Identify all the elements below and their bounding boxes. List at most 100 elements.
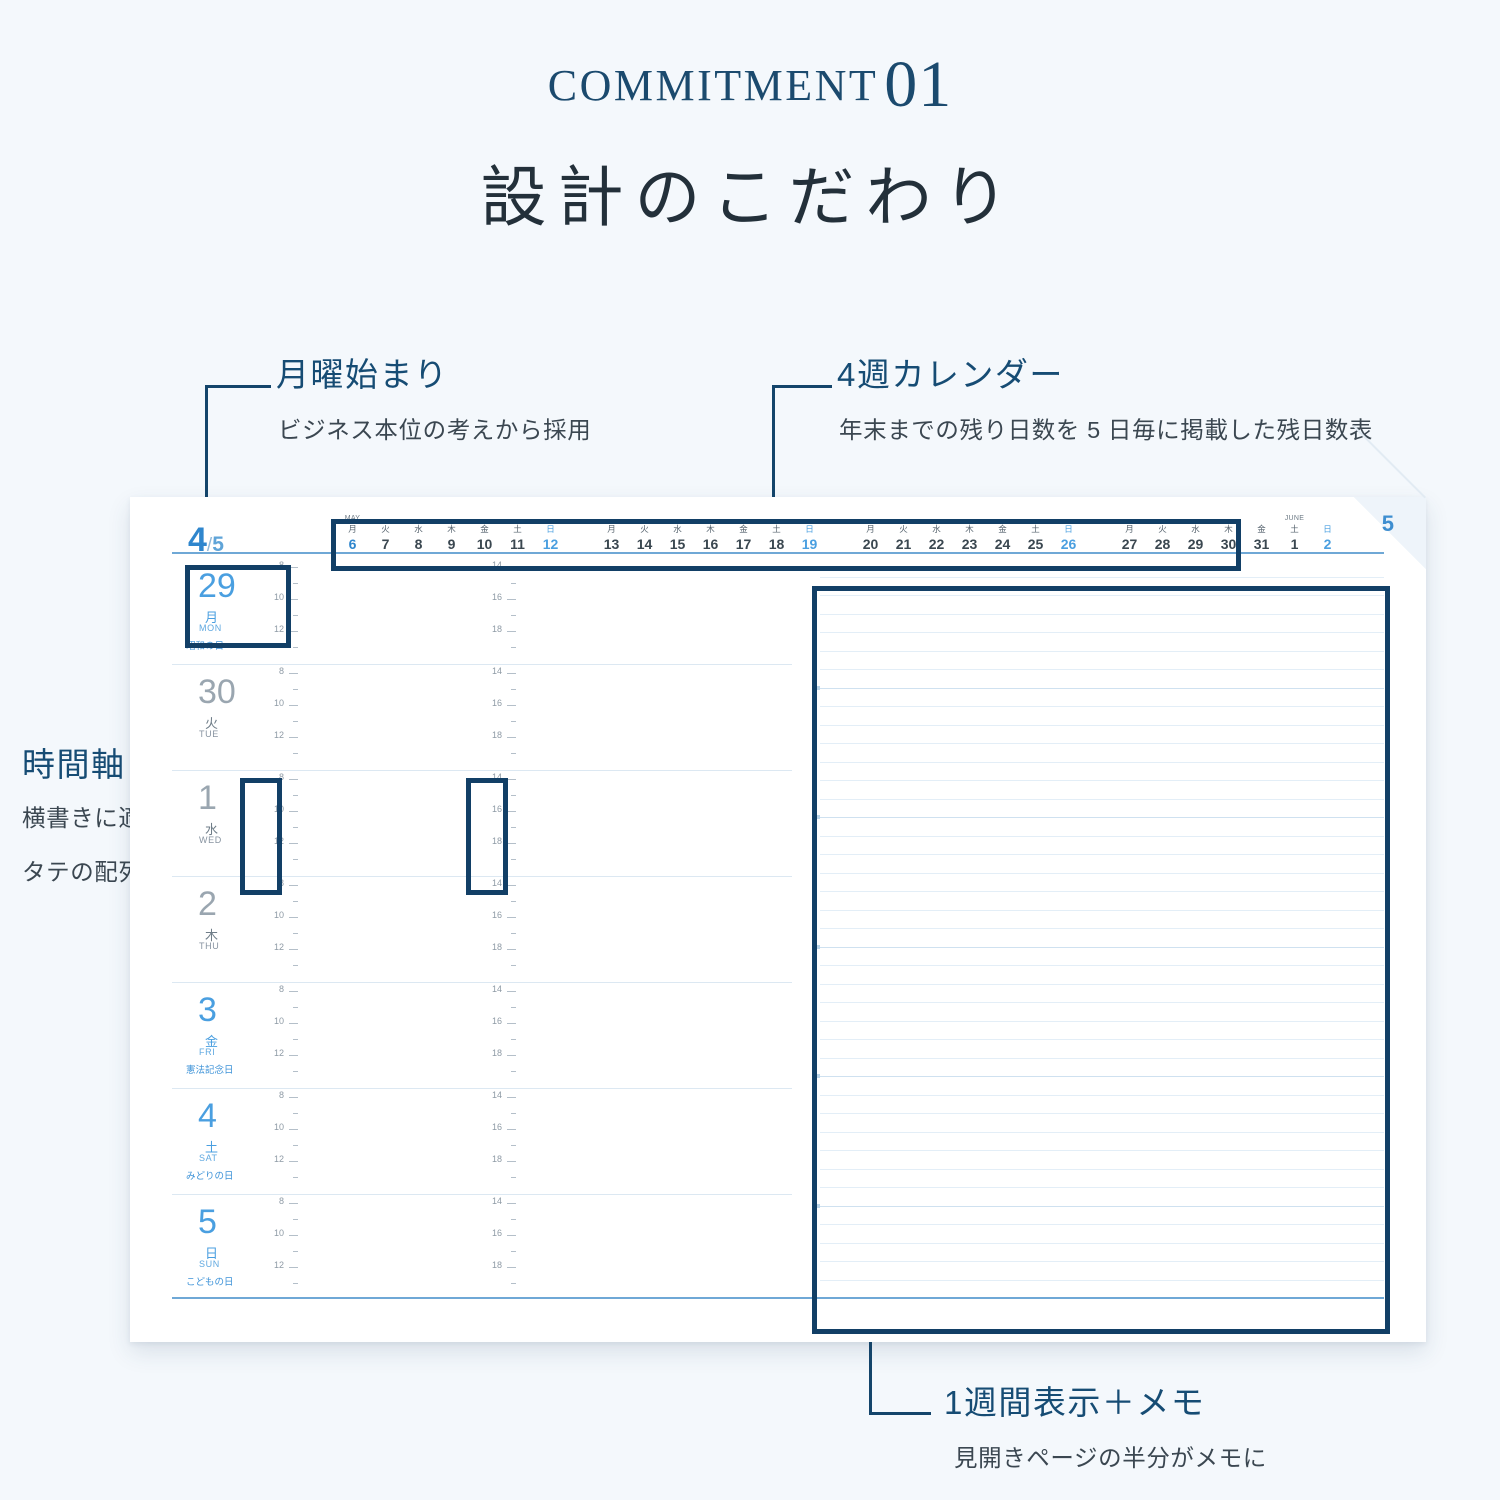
time-tick-hour: 10 <box>254 910 300 931</box>
time-tick-hour: 14 <box>472 1090 518 1111</box>
time-tick-half-hour <box>472 1069 518 1085</box>
time-tick-label: 16 <box>491 1016 502 1026</box>
page-number: 5 <box>1381 511 1394 536</box>
time-tick-label: 14 <box>491 1196 502 1206</box>
day-row[interactable]: 4 土 SAT みどりの日 8 10 12 14 16 18 <box>172 1089 792 1195</box>
time-tick-hour: 16 <box>472 910 518 931</box>
time-axis-column: 8 10 12 <box>254 984 300 1085</box>
time-axis-column: 8 10 12 <box>254 1196 300 1297</box>
leader-line-calendar-horizontal <box>772 385 832 388</box>
time-tick-label: 12 <box>273 942 284 952</box>
day-weekday-english: SUN <box>199 1259 220 1269</box>
time-tick-dash <box>507 737 516 738</box>
commitment-heading: COMMITMENT01 <box>0 52 1500 118</box>
time-tick-hour: 10 <box>254 1016 300 1037</box>
time-tick-label: 18 <box>491 1154 502 1164</box>
time-tick-half-hour <box>254 1175 300 1191</box>
callout-four-week-calendar: 4週カレンダー 年末までの残り日数を 5 日毎に掲載した残日数表 <box>837 358 1373 447</box>
calendar-day-cell[interactable]: JUNE 土 1 <box>1278 515 1311 552</box>
day-number: 5 <box>198 1203 217 1241</box>
time-tick-dash <box>511 721 516 722</box>
time-tick-dash <box>507 673 516 674</box>
time-tick-half-hour <box>472 1175 518 1191</box>
day-holiday-label: 憲法記念日 <box>186 1065 234 1076</box>
time-tick-hour: 16 <box>472 1016 518 1037</box>
time-tick-dash <box>293 859 298 860</box>
day-row[interactable]: 30 火 TUE 8 10 12 14 16 18 <box>172 665 792 771</box>
time-tick-dash <box>293 1283 298 1284</box>
time-tick-hour: 12 <box>254 1048 300 1069</box>
time-tick-dash <box>293 1251 298 1252</box>
time-tick-hour: 12 <box>254 1154 300 1175</box>
time-tick-label: 10 <box>273 1122 284 1132</box>
day-weekday-english: TUE <box>199 729 219 739</box>
time-tick-label: 10 <box>273 910 284 920</box>
time-tick-dash <box>293 1039 298 1040</box>
time-tick-label: 14 <box>491 984 502 994</box>
time-tick-dash <box>293 583 298 584</box>
time-tick-dash <box>293 1113 298 1114</box>
time-tick-dash <box>511 965 516 966</box>
calendar-weekday: 土 <box>1290 523 1299 534</box>
time-tick-dash <box>511 859 516 860</box>
highlight-box-memo-panel <box>812 586 1390 1334</box>
day-row[interactable]: 3 金 FRI 憲法記念日 8 10 12 14 16 18 <box>172 983 792 1089</box>
callout-calendar-desc: 年末までの残り日数を 5 日毎に掲載した残日数表 <box>839 417 1374 443</box>
time-tick-dash <box>511 1177 516 1178</box>
time-tick-dash <box>289 991 298 992</box>
time-tick-label: 18 <box>491 730 502 740</box>
leader-line-monday-horizontal <box>205 385 271 388</box>
callout-memo-desc: 見開きページの半分がメモに <box>954 1445 1267 1471</box>
time-tick-half-hour <box>472 751 518 767</box>
day-number: 30 <box>198 673 236 711</box>
time-tick-label: 16 <box>491 1122 502 1132</box>
day-weekday-english: FRI <box>199 1047 216 1057</box>
day-row[interactable]: 5 日 SUN こどもの日 8 10 12 14 16 18 <box>172 1195 792 1301</box>
highlight-box-time-axis-morning <box>240 778 282 895</box>
time-tick-dash <box>293 965 298 966</box>
time-tick-label: 18 <box>491 942 502 952</box>
day-number: 4 <box>198 1097 217 1135</box>
time-tick-label: 12 <box>273 1048 284 1058</box>
calendar-day-cell[interactable]: 金 31 <box>1245 524 1278 551</box>
day-number: 1 <box>198 779 217 817</box>
time-tick-dash <box>507 1203 516 1204</box>
time-tick-hour: 12 <box>254 942 300 963</box>
time-tick-label: 14 <box>491 666 502 676</box>
time-tick-hour: 10 <box>254 1122 300 1143</box>
time-tick-dash <box>507 949 516 950</box>
time-tick-label: 12 <box>273 1260 284 1270</box>
day-number: 3 <box>198 991 217 1029</box>
time-tick-dash <box>293 1007 298 1008</box>
time-tick-label: 16 <box>491 592 502 602</box>
time-tick-dash <box>289 779 298 780</box>
calendar-day-cell[interactable]: 日2 <box>1311 524 1344 552</box>
time-tick-half-hour <box>254 1281 300 1297</box>
commitment-number: 01 <box>884 48 953 121</box>
time-tick-label: 18 <box>491 1260 502 1270</box>
time-tick-dash <box>293 933 298 934</box>
time-tick-dash <box>293 1219 298 1220</box>
time-tick-dash <box>507 917 516 918</box>
time-tick-dash <box>511 1039 516 1040</box>
calendar-day-number: 2 <box>1323 536 1332 552</box>
time-tick-dash <box>289 1097 298 1098</box>
time-tick-hour: 14 <box>472 984 518 1005</box>
time-tick-dash <box>511 933 516 934</box>
callout-monday-title: 月曜始まり <box>276 356 449 393</box>
time-tick-label: 10 <box>273 1016 284 1026</box>
time-tick-half-hour <box>254 963 300 979</box>
leader-line-memo-vertical <box>869 1332 872 1414</box>
time-tick-dash <box>289 811 298 812</box>
time-tick-dash <box>289 843 298 844</box>
time-tick-hour: 12 <box>254 730 300 751</box>
day-weekday-english: SAT <box>199 1153 218 1163</box>
time-tick-label: 18 <box>491 624 502 634</box>
time-tick-half-hour <box>472 1281 518 1297</box>
time-tick-dash <box>293 901 298 902</box>
time-tick-dash <box>289 1203 298 1204</box>
time-tick-dash <box>507 1023 516 1024</box>
time-tick-label: 14 <box>491 1090 502 1100</box>
time-tick-dash <box>511 753 516 754</box>
time-tick-dash <box>507 705 516 706</box>
